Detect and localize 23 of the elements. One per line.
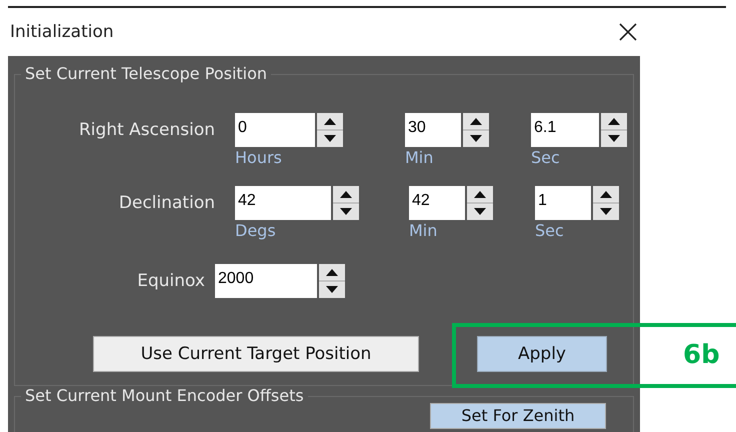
field-caption: Min (409, 220, 438, 242)
number-field[interactable]: 42 (409, 186, 465, 220)
apply-button[interactable]: Apply (477, 336, 607, 372)
field-caption: Min (405, 147, 434, 169)
field-caption: Degs (235, 220, 277, 242)
annotation-label: 6b (683, 340, 720, 370)
number-field[interactable]: 1 (535, 186, 591, 220)
field-label: Declination (118, 192, 215, 215)
close-icon[interactable] (618, 22, 638, 42)
zenith-button[interactable]: Set For Zenith (430, 403, 606, 429)
number-field[interactable]: 0 (235, 113, 315, 147)
action-button[interactable]: Use Current Target Position (93, 336, 419, 372)
number-field[interactable]: 42 (235, 186, 331, 220)
field-caption: Sec (535, 220, 565, 242)
field-label: Equinox (136, 270, 205, 293)
window-title: Initialization (10, 22, 114, 42)
field-label: Right Ascension (78, 119, 215, 142)
number-field[interactable]: 6.1 (531, 113, 599, 147)
number-field[interactable]: 30 (405, 113, 461, 147)
field-caption: Hours (235, 147, 283, 169)
number-field[interactable]: 2000 (215, 264, 317, 298)
group-title: Set Current Telescope Position (21, 64, 272, 84)
field-caption: Sec (531, 147, 561, 169)
